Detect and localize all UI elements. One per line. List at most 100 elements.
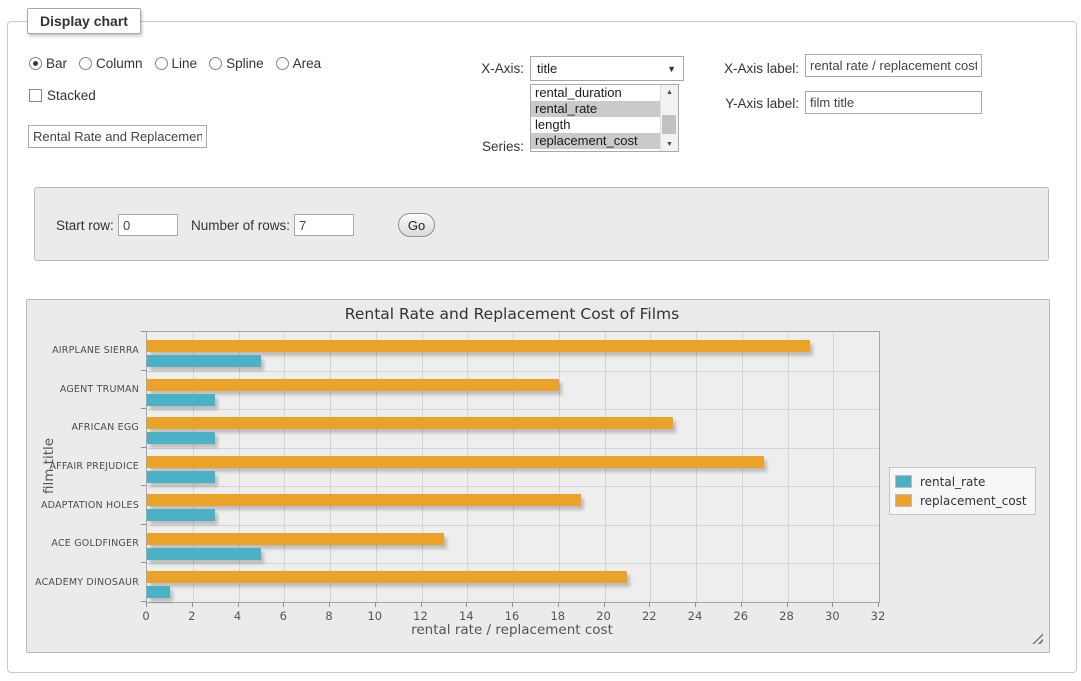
x-axis-label-input[interactable] <box>805 54 982 77</box>
chart-type-option-spline: Spline <box>209 56 264 71</box>
gridline <box>833 332 834 602</box>
chart-legend: rental_rate replacement_cost <box>889 467 1036 515</box>
gridline <box>147 563 879 564</box>
x-tick-mark <box>283 602 284 607</box>
x-tick-label: 20 <box>589 609 619 623</box>
plot-area <box>146 331 880 603</box>
bar-rental_rate <box>147 432 215 444</box>
chart-type-radio-area[interactable] <box>276 57 289 70</box>
gridline <box>788 332 789 602</box>
scroll-up-icon[interactable]: ▲ <box>661 85 678 99</box>
category-label: AFFAIR PREJUDICE <box>27 461 139 472</box>
series-select-label: Series: <box>440 139 524 154</box>
bar-replacement_cost <box>147 571 627 583</box>
gridline <box>147 486 879 487</box>
x-tick-label: 14 <box>451 609 481 623</box>
chart-type-radio-label: Area <box>293 56 322 71</box>
x-axis-title: rental rate / replacement cost <box>146 622 878 638</box>
x-tick-mark <box>146 602 147 607</box>
bar-rental_rate <box>147 509 215 521</box>
x-tick-mark <box>695 602 696 607</box>
category-label: AFRICAN EGG <box>27 422 139 433</box>
chart-panel: Rental Rate and Replacement Cost of Film… <box>26 299 1050 653</box>
chart-type-radio-column[interactable] <box>79 57 92 70</box>
legend-label: replacement_cost <box>920 494 1027 508</box>
series-listbox-scrollbar[interactable]: ▲ ▼ <box>660 85 678 151</box>
x-tick-label: 22 <box>634 609 664 623</box>
series-option-length[interactable]: length <box>531 117 661 133</box>
legend-label: rental_rate <box>920 475 985 489</box>
chart-type-radios: Bar Column Line Spline Area <box>29 56 327 71</box>
x-tick-mark <box>421 602 422 607</box>
x-axis-label-field-label: X-Axis label: <box>700 61 799 76</box>
bar-rental_rate <box>147 548 261 560</box>
y-tick-mark <box>141 408 146 409</box>
legend-swatch-icon <box>895 494 912 507</box>
start-row-label: Start row: <box>56 218 114 233</box>
scroll-down-icon[interactable]: ▼ <box>661 137 678 151</box>
y-tick-mark <box>141 485 146 486</box>
x-tick-mark <box>558 602 559 607</box>
stacked-option: Stacked <box>29 88 96 103</box>
legend-swatch-icon <box>895 475 912 488</box>
chart-type-radio-label: Spline <box>226 56 264 71</box>
number-of-rows-input[interactable] <box>294 214 354 236</box>
chart-type-option-column: Column <box>79 56 143 71</box>
bar-rental_rate <box>147 355 261 367</box>
x-tick-label: 24 <box>680 609 710 623</box>
x-tick-label: 16 <box>497 609 527 623</box>
chart-title-input[interactable] <box>28 125 207 148</box>
go-button[interactable]: Go <box>398 213 435 237</box>
stacked-checkbox[interactable] <box>29 89 42 102</box>
y-tick-mark <box>141 524 146 525</box>
chart-type-radio-label: Column <box>96 56 143 71</box>
series-option-replacement_cost[interactable]: replacement_cost <box>531 133 661 149</box>
chart-type-radio-bar[interactable] <box>29 57 42 70</box>
series-option-rental_rate[interactable]: rental_rate <box>531 101 661 117</box>
y-tick-mark <box>141 447 146 448</box>
bar-replacement_cost <box>147 417 673 429</box>
chart-type-option-line: Line <box>155 56 198 71</box>
bar-replacement_cost <box>147 533 444 545</box>
x-axis-select[interactable]: title ▼ <box>530 56 684 81</box>
bar-replacement_cost <box>147 456 764 468</box>
x-tick-label: 18 <box>543 609 573 623</box>
y-axis-label-field-label: Y-Axis label: <box>700 96 799 111</box>
chart-type-radio-spline[interactable] <box>209 57 222 70</box>
start-row-input[interactable] <box>118 214 178 236</box>
x-tick-label: 2 <box>177 609 207 623</box>
category-label: ACADEMY DINOSAUR <box>27 577 139 588</box>
x-tick-mark <box>375 602 376 607</box>
x-tick-label: 30 <box>817 609 847 623</box>
x-tick-label: 0 <box>131 609 161 623</box>
y-tick-mark <box>141 562 146 563</box>
chevron-down-icon: ▼ <box>667 64 676 74</box>
gridline <box>147 448 879 449</box>
bar-replacement_cost <box>147 494 581 506</box>
y-axis-label-input[interactable] <box>805 91 982 114</box>
x-tick-mark <box>512 602 513 607</box>
series-listbox[interactable]: rental_durationrental_ratelengthreplacem… <box>530 84 679 152</box>
x-tick-mark <box>238 602 239 607</box>
row-controls-panel: Start row: Number of rows: Go <box>34 187 1049 261</box>
bar-replacement_cost <box>147 340 810 352</box>
x-tick-label: 28 <box>772 609 802 623</box>
x-tick-label: 6 <box>268 609 298 623</box>
x-tick-mark <box>192 602 193 607</box>
chart-type-radio-line[interactable] <box>155 57 168 70</box>
x-tick-mark <box>466 602 467 607</box>
page: Display chart BarColumnLineSplineArea St… <box>0 0 1081 681</box>
x-tick-label: 26 <box>726 609 756 623</box>
scrollbar-thumb[interactable] <box>662 115 676 134</box>
x-tick-mark <box>741 602 742 607</box>
number-of-rows-label: Number of rows: <box>191 218 290 233</box>
y-tick-mark <box>141 370 146 371</box>
resize-grip-icon[interactable] <box>1032 633 1043 644</box>
x-tick-mark <box>604 602 605 607</box>
series-option-rental_duration[interactable]: rental_duration <box>531 85 661 101</box>
category-label: AIRPLANE SIERRA <box>27 345 139 356</box>
legend-entry-rental_rate: rental_rate <box>895 472 1027 491</box>
x-tick-mark <box>329 602 330 607</box>
chart-type-radio-label: Bar <box>46 56 67 71</box>
bar-rental_rate <box>147 586 170 598</box>
